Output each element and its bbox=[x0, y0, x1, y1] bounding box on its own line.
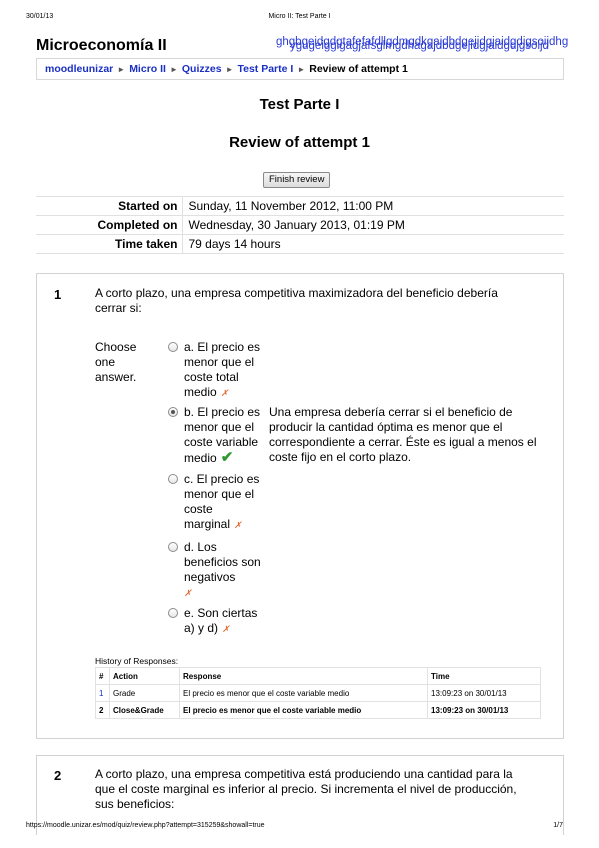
checkmark-icon: ✔ bbox=[220, 449, 234, 466]
history-response: El precio es menor que el coste variable… bbox=[179, 684, 428, 702]
completed-value: Wednesday, 30 January 2013, 01:19 PM bbox=[182, 215, 564, 235]
breadcrumb-separator-icon: ► bbox=[297, 65, 306, 74]
review-title: Review of attempt 1 bbox=[229, 134, 370, 151]
history-time: 13:09:23 on 30/01/13 bbox=[427, 701, 541, 719]
time-taken-value: 79 days 14 hours bbox=[182, 234, 564, 254]
started-value: Sunday, 11 November 2012, 11:00 PM bbox=[182, 196, 564, 216]
question-1: 1 A corto plazo, una empresa competitiva… bbox=[36, 273, 564, 739]
history-label: History of Responses: bbox=[95, 656, 179, 666]
breadcrumb: moodleunizar ► Micro II ► Quizzes ► Test Parte… bbox=[36, 58, 564, 80]
print-page-title: Micro II: Test Parte I bbox=[268, 13, 331, 20]
history-action: Grade bbox=[109, 684, 180, 702]
breadcrumb-current: Review of attempt 1 bbox=[309, 63, 408, 75]
history-row-link[interactable]: 1 bbox=[99, 689, 103, 698]
time-taken-label: Time taken bbox=[36, 234, 183, 254]
history-row: 2 Close&Grade El precio es menor que el … bbox=[95, 701, 541, 719]
history-col-time: Time bbox=[427, 667, 541, 685]
print-page-number: 1/7 bbox=[553, 822, 563, 829]
history-action: Close&Grade bbox=[109, 701, 180, 719]
answer-feedback: Una empresa debería cerrar si el benefic… bbox=[269, 405, 537, 464]
completed-label: Completed on bbox=[36, 215, 183, 235]
summary-row-completed: Completed on Wednesday, 30 January 2013,… bbox=[36, 215, 564, 235]
cross-icon: ✗ bbox=[220, 388, 229, 398]
started-label: Started on bbox=[36, 196, 183, 216]
option-label: d. Los beneficios son negativos bbox=[184, 540, 261, 584]
quiz-title: Test Parte I bbox=[259, 96, 340, 113]
history-number: 2 bbox=[95, 701, 110, 719]
breadcrumb-link-course[interactable]: Micro II bbox=[129, 63, 166, 75]
header-link-line-2[interactable]: ygugeiggigagjafsglmgdhagajdbdgejidgjaidg… bbox=[290, 40, 549, 52]
history-header-row: # Action Response Time bbox=[95, 667, 541, 685]
history-col-response: Response bbox=[179, 667, 428, 685]
header-user-links[interactable]: ghgbgeidgdgtafefafdllgdmgdkgajdbdgejidgj… bbox=[276, 36, 568, 56]
print-url: https://moodle.unizar.es/mod/quiz/review… bbox=[26, 822, 265, 829]
finish-review-button[interactable]: Finish review bbox=[263, 172, 331, 188]
site-name[interactable]: Microeconomía II bbox=[36, 37, 167, 55]
question-number: 2 bbox=[54, 768, 62, 783]
history-table: # Action Response Time 1 Grade El precio… bbox=[95, 667, 541, 719]
cross-icon: ✗ bbox=[184, 588, 192, 598]
breadcrumb-separator-icon: ► bbox=[225, 65, 234, 74]
history-time: 13:09:23 on 30/01/13 bbox=[427, 684, 541, 702]
breadcrumb-link-quizzes[interactable]: Quizzes bbox=[182, 63, 222, 75]
summary-row-started: Started on Sunday, 11 November 2012, 11:… bbox=[36, 196, 564, 216]
breadcrumb-link-home[interactable]: moodleunizar bbox=[45, 63, 113, 75]
print-header: 30/01/13 Micro II: Test Parte I bbox=[0, 13, 599, 25]
breadcrumb-separator-icon: ► bbox=[117, 65, 126, 74]
question-text: A corto plazo, una empresa competitiva e… bbox=[95, 767, 517, 811]
radio-icon[interactable] bbox=[168, 342, 178, 352]
radio-icon[interactable] bbox=[168, 474, 178, 484]
option-label: e. Son ciertas a) y d) bbox=[184, 606, 258, 635]
breadcrumb-separator-icon: ► bbox=[169, 65, 178, 74]
cross-icon: ✗ bbox=[234, 520, 242, 530]
radio-icon[interactable] bbox=[168, 542, 178, 552]
option-label: c. El precio es menor que el coste margi… bbox=[184, 472, 260, 531]
answer-prompt: Choose one answer. bbox=[95, 340, 137, 384]
question-text: A corto plazo, una empresa competitiva m… bbox=[95, 286, 498, 315]
history-row: 1 Grade El precio es menor que el coste … bbox=[95, 684, 541, 702]
question-number: 1 bbox=[54, 287, 62, 302]
history-col-action: Action bbox=[109, 667, 180, 685]
attempt-summary-table: Started on Sunday, 11 November 2012, 11:… bbox=[36, 196, 564, 254]
summary-row-time-taken: Time taken 79 days 14 hours bbox=[36, 234, 564, 254]
breadcrumb-link-quiz[interactable]: Test Parte I bbox=[237, 63, 293, 75]
cross-icon: ✗ bbox=[222, 624, 230, 634]
history-response: El precio es menor que el coste variable… bbox=[179, 701, 428, 719]
history-col-number: # bbox=[95, 667, 110, 685]
radio-checked-icon[interactable] bbox=[168, 407, 178, 417]
radio-icon[interactable] bbox=[168, 608, 178, 618]
